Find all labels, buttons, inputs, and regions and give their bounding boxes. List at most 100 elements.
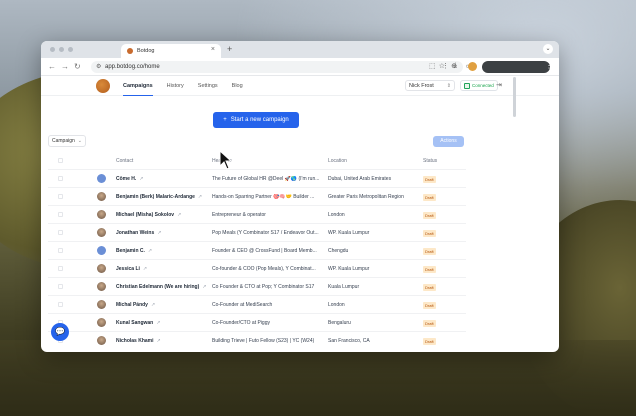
table-row[interactable]: Côme H. ↗ The Future of Global HR @Deel 🚀🌎…	[48, 169, 466, 187]
table-row[interactable]: Benjamin (Berk) Malaric-Ardange ↗ Hands-on…	[48, 187, 466, 205]
location-text: Kuala Lumpur	[328, 284, 360, 290]
location-text: Bengaluru	[328, 320, 351, 326]
row-checkbox[interactable]	[58, 230, 63, 235]
download-icon[interactable]: ⤓	[454, 62, 457, 70]
profile-chip[interactable]	[482, 61, 550, 73]
nav-blog[interactable]: Blog	[232, 76, 243, 96]
contact-name[interactable]: Jonathan Weins ↗	[116, 230, 161, 236]
external-link-icon[interactable]: ↗	[139, 176, 143, 182]
external-link-icon[interactable]: ↗	[143, 266, 147, 272]
nav-settings[interactable]: Settings	[198, 76, 218, 96]
connected-icon	[464, 82, 470, 89]
header-contact: Contact	[116, 158, 134, 164]
reload-icon[interactable]: ↻	[74, 62, 81, 71]
new-tab-icon[interactable]: +	[227, 44, 232, 54]
site-info-icon[interactable]: ⚙	[96, 63, 101, 70]
contact-name[interactable]: Benjamin C. ↗	[116, 248, 152, 254]
contact-name[interactable]: Benjamin (Berk) Malaric-Ardange ↗	[116, 194, 202, 200]
botdog-logo-icon[interactable]	[96, 79, 110, 93]
table-row[interactable]: Nicholas Khami ↗ Building Trieve | Futo Fe…	[48, 331, 466, 349]
table-row[interactable]: Michael (Misha) Sokolov ↗ Entrepreneur & o…	[48, 205, 466, 223]
status-badge: Draft	[423, 302, 436, 309]
row-checkbox[interactable]	[58, 212, 63, 217]
contact-name[interactable]: Jessica Li ↗	[116, 266, 147, 272]
headline-text: Co Founder & CTO at Pop; Y Combinator S1…	[212, 284, 315, 290]
external-link-icon[interactable]: ↗	[177, 212, 181, 218]
contact-name[interactable]: Christian Edelmann (We are hiring) ↗	[116, 284, 206, 290]
header-location: Location	[328, 158, 347, 164]
headline-text: Building Trieve | Futo Fellow (S23) | YC…	[212, 338, 315, 344]
status-badge: Draft	[423, 194, 436, 201]
campaign-filter[interactable]: Campaign ⌄	[48, 135, 86, 147]
contact-name[interactable]: Nicholas Khami ↗	[116, 338, 161, 344]
row-checkbox[interactable]	[58, 176, 63, 181]
actions-button[interactable]: Actions	[433, 136, 464, 147]
tab-search-icon[interactable]: ⌄	[543, 44, 553, 54]
location-text: London	[328, 302, 345, 308]
extension-icon[interactable]: ⬚	[429, 62, 436, 70]
avatar	[97, 228, 106, 237]
select-all-checkbox[interactable]	[58, 158, 63, 163]
window-controls	[50, 47, 73, 52]
external-link-icon[interactable]: ↗	[157, 338, 161, 344]
external-link-icon[interactable]: ↗	[157, 230, 161, 236]
headline-text: Co-Founder/CTO at Piggy	[212, 320, 270, 326]
external-link-icon[interactable]: ↗	[156, 320, 160, 326]
row-checkbox[interactable]	[58, 266, 63, 271]
puzzle-icon[interactable]: ⋮	[442, 62, 449, 70]
connection-badge[interactable]: Connected	[460, 80, 498, 91]
external-link-icon[interactable]: ↗	[198, 194, 202, 200]
row-checkbox[interactable]	[58, 302, 63, 307]
browser-toolbar: ← → ↻ ⚙ app.botdog.co/home ⊕ ☆ ⬚ ⋮ ⤓ ▭ ⋮	[41, 58, 559, 76]
avatar	[97, 318, 106, 327]
external-link-icon[interactable]: ↗	[202, 284, 206, 290]
location-text: London	[328, 212, 345, 218]
external-link-icon[interactable]: ↗	[151, 302, 155, 308]
location-text: Dubai, United Arab Emirates	[328, 176, 392, 182]
maximize-window-dot[interactable]	[68, 47, 73, 52]
minimize-window-dot[interactable]	[59, 47, 64, 52]
logout-icon[interactable]: ⇥	[496, 81, 502, 89]
address-bar[interactable]: ⚙ app.botdog.co/home ⊕ ☆	[91, 61, 463, 73]
contact-name-text: Kunal Sangwan	[116, 320, 154, 326]
contact-name-text: Benjamin C.	[116, 248, 145, 254]
plus-icon: +	[223, 117, 227, 123]
contact-name-text: Nicholas Khami	[116, 338, 154, 344]
contact-name[interactable]: Kunal Sangwan ↗	[116, 320, 160, 326]
browser-tab[interactable]: Botdog ×	[121, 44, 221, 58]
tab-close-icon[interactable]: ×	[211, 46, 215, 53]
headline-text: Hands-on Sparring Partner 🎯🧠🤝 Builder ..…	[212, 194, 315, 200]
status-badge: Draft	[423, 266, 436, 273]
contact-name-text: Michael (Misha) Sokolov	[116, 212, 175, 218]
scrollbar[interactable]	[513, 77, 516, 117]
mouse-cursor-icon	[219, 150, 233, 170]
forward-icon[interactable]: →	[61, 62, 69, 71]
avatar	[97, 264, 106, 273]
start-campaign-button[interactable]: + Start a new campaign	[213, 112, 299, 128]
external-link-icon[interactable]: ↗	[148, 248, 152, 254]
contact-name-text: Jonathan Weins	[116, 230, 155, 236]
browser-menu-icon[interactable]: ⋮	[545, 61, 553, 70]
contact-name[interactable]: Michael (Misha) Sokolov ↗	[116, 212, 181, 218]
contact-name[interactable]: Côme H. ↗	[116, 176, 143, 182]
table-row[interactable]: Michal Pándy ↗ Co-Founder at MediSearch Lon…	[48, 295, 466, 313]
table-row[interactable]: Jessica Li ↗ Co-founder & COO (Pop Meals),…	[48, 259, 466, 277]
table-row[interactable]: Christian Edelmann (We are hiring) ↗ Co Fo…	[48, 277, 466, 295]
start-campaign-label: Start a new campaign	[230, 117, 289, 123]
avatar	[97, 192, 106, 201]
row-checkbox[interactable]	[58, 194, 63, 199]
table-row[interactable]: Benjamin C. ↗ Founder & CEO @ CrossFund | …	[48, 241, 466, 259]
extension-avatar-icon[interactable]	[468, 62, 477, 71]
contact-name[interactable]: Michal Pándy ↗	[116, 302, 155, 308]
row-checkbox[interactable]	[58, 248, 63, 253]
back-icon[interactable]: ←	[48, 62, 56, 71]
close-window-dot[interactable]	[50, 47, 55, 52]
chat-icon[interactable]: 💬	[51, 323, 69, 341]
nav-history[interactable]: History	[167, 76, 184, 96]
row-checkbox[interactable]	[58, 284, 63, 289]
table-row[interactable]: Kunal Sangwan ↗ Co-Founder/CTO at Piggy Ben…	[48, 313, 466, 331]
table-row[interactable]: Jonathan Weins ↗ Pop Meals (Y Combinator S…	[48, 223, 466, 241]
nav-campaigns[interactable]: Campaigns	[123, 76, 153, 96]
user-selector[interactable]: Nick Frost ⇕	[405, 80, 455, 91]
contact-name-text: Jessica Li	[116, 266, 140, 272]
